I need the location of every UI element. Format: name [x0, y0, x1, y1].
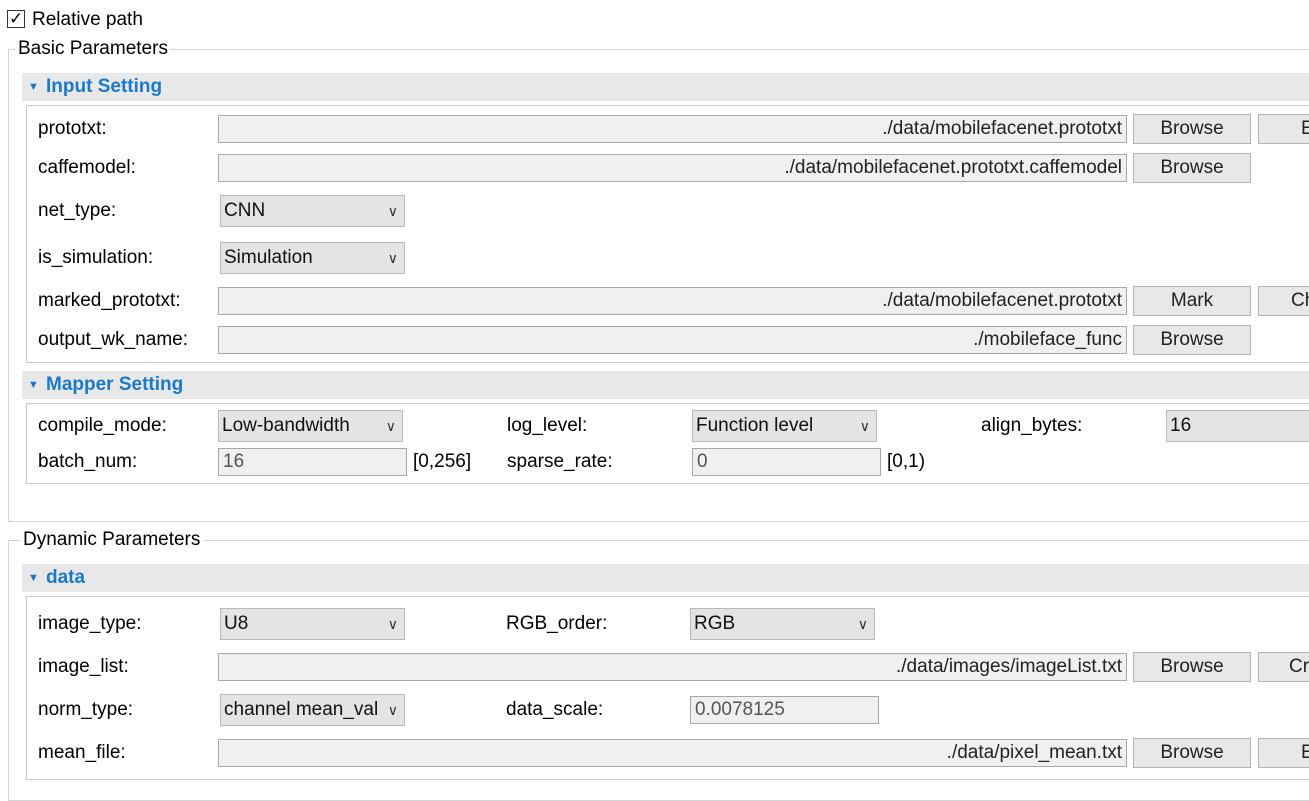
net-type-select[interactable]: CNN: [220, 195, 405, 227]
log-level-select[interactable]: Function level: [692, 410, 877, 442]
batch-num-range: [0,256]: [413, 451, 472, 472]
output-wk-name-browse-button[interactable]: Browse: [1133, 325, 1251, 355]
output-wk-name-label: output_wk_name:: [38, 329, 188, 350]
net-type-label: net_type:: [38, 200, 117, 221]
image-list-input[interactable]: ./data/images/imageList.txt: [218, 653, 1127, 681]
norm-type-label: norm_type:: [38, 699, 134, 720]
chevron-down-icon: [388, 196, 398, 226]
norm-type-value: channel mean_val: [224, 699, 379, 720]
image-type-value: U8: [224, 613, 249, 634]
image-list-create-button[interactable]: Cr: [1258, 652, 1309, 682]
compile-mode-value: Low-bandwidth: [222, 415, 350, 436]
image-list-label: image_list:: [38, 656, 129, 677]
compile-mode-label: compile_mode:: [38, 415, 167, 436]
collapse-arrow-icon: ▼: [28, 572, 39, 584]
compile-mode-select[interactable]: Low-bandwidth: [218, 410, 403, 442]
rgb-order-select[interactable]: RGB: [690, 608, 875, 640]
dyn-group-top-line-left: [8, 540, 20, 541]
input-setting-title: Input Setting: [46, 76, 163, 97]
is-simulation-label: is_simulation:: [38, 247, 154, 268]
log-level-value: Function level: [696, 415, 814, 436]
mapper-setting-header[interactable]: ▼ Mapper Setting: [22, 371, 1309, 399]
input-setting-header[interactable]: ▼ Input Setting: [22, 73, 1309, 101]
data-scale-label: data_scale:: [506, 699, 604, 720]
log-level-label: log_level:: [507, 415, 588, 436]
align-bytes-select[interactable]: 16: [1166, 410, 1309, 442]
net-type-value: CNN: [224, 200, 266, 221]
mean-file-browse-button[interactable]: Browse: [1133, 738, 1251, 768]
collapse-arrow-icon: ▼: [28, 379, 39, 391]
sparse-rate-input[interactable]: 0: [692, 448, 881, 476]
chevron-down-icon: [858, 609, 868, 639]
mean-file-input[interactable]: ./data/pixel_mean.txt: [218, 739, 1127, 767]
align-bytes-value: 16: [1170, 415, 1192, 436]
is-simulation-value: Simulation: [224, 247, 313, 268]
output-wk-name-input[interactable]: ./mobileface_func: [218, 326, 1127, 354]
rgb-order-label: RGB_order:: [506, 613, 608, 634]
batch-num-label: batch_num:: [38, 451, 138, 472]
marked-prototxt-check-button[interactable]: Ch: [1258, 286, 1309, 316]
prototxt-browse-button[interactable]: Browse: [1133, 114, 1251, 144]
batch-num-input[interactable]: 16: [218, 448, 407, 476]
relative-path-label: Relative path: [32, 9, 143, 30]
caffemodel-browse-button[interactable]: Browse: [1133, 153, 1251, 183]
sparse-rate-label: sparse_rate:: [507, 451, 613, 472]
prototxt-label: prototxt:: [38, 118, 107, 139]
rgb-order-value: RGB: [694, 613, 736, 634]
collapse-arrow-icon: ▼: [28, 81, 39, 93]
image-list-browse-button[interactable]: Browse: [1133, 652, 1251, 682]
caffemodel-label: caffemodel:: [38, 157, 136, 178]
group-top-line-right: [163, 49, 1309, 50]
basic-parameters-title: Basic Parameters: [16, 38, 170, 60]
data-section-header[interactable]: ▼ data: [22, 564, 1309, 592]
image-type-label: image_type:: [38, 613, 142, 634]
chevron-down-icon: [388, 695, 398, 725]
data-scale-input[interactable]: 0.0078125: [690, 696, 879, 724]
prototxt-input[interactable]: ./data/mobilefacenet.prototxt: [218, 115, 1127, 143]
caffemodel-input[interactable]: ./data/mobilefacenet.prototxt.caffemodel: [218, 154, 1127, 182]
chevron-down-icon: [386, 411, 396, 441]
mean-file-edit-button[interactable]: E: [1258, 738, 1309, 768]
chevron-down-icon: [388, 243, 398, 273]
mark-button[interactable]: Mark: [1133, 286, 1251, 316]
chevron-down-icon: [388, 609, 398, 639]
mean-file-label: mean_file:: [38, 742, 126, 763]
marked-prototxt-input[interactable]: ./data/mobilefacenet.prototxt: [218, 287, 1127, 315]
norm-type-select[interactable]: channel mean_val: [220, 694, 405, 726]
check-icon: ✓: [9, 9, 24, 28]
align-bytes-label: align_bytes:: [981, 415, 1083, 436]
is-simulation-select[interactable]: Simulation: [220, 242, 405, 274]
chevron-down-icon: [860, 411, 870, 441]
mapper-setting-title: Mapper Setting: [46, 374, 184, 395]
group-top-line-left: [8, 49, 15, 50]
marked-prototxt-label: marked_prototxt:: [38, 290, 181, 311]
dynamic-parameters-title: Dynamic Parameters: [21, 529, 203, 551]
prototxt-edit-button[interactable]: E: [1258, 114, 1309, 144]
image-type-select[interactable]: U8: [220, 608, 405, 640]
input-setting-panel: [26, 105, 1309, 363]
sparse-rate-range: [0,1): [887, 451, 926, 472]
data-section-title: data: [46, 567, 86, 588]
relative-path-checkbox[interactable]: ✓: [7, 9, 25, 28]
dyn-group-top-line-right: [204, 540, 1309, 541]
